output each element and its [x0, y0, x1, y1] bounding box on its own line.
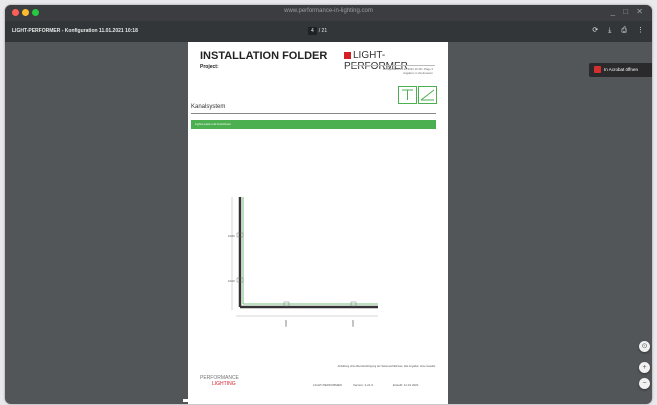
page-counter: 4/ 21 [308, 27, 327, 36]
dimension-label: 2000 [284, 320, 288, 327]
brand-mark-icon [344, 51, 351, 59]
open-in-acrobat-button[interactable]: In Acrobat öffnen [589, 63, 652, 77]
page-meta: Konfiguration 11.01.2021 10:18 • Page 4A… [348, 67, 433, 75]
dimension-label: 1000 [228, 279, 235, 283]
next-page-edge [183, 399, 443, 402]
more-icon[interactable]: ⋮ [637, 27, 644, 34]
pdf-page: INSTALLATION FOLDER Project: LIGHT-PERFO… [188, 42, 448, 404]
document-title: LIGHT-PERFORMER - Konfiguration 11.01.20… [12, 28, 138, 34]
zoom-in-icon[interactable]: + [639, 362, 650, 373]
page-title: INSTALLATION FOLDER [200, 50, 328, 62]
rotate-icon[interactable]: ⟳ [592, 27, 598, 34]
pdf-toolbar: LIGHT-PERFORMER - Konfiguration 11.01.20… [5, 21, 652, 42]
fit-to-page-icon[interactable]: ⊙ [639, 341, 650, 352]
acrobat-label: In Acrobat öffnen [604, 67, 638, 72]
dimension-label: 2000 [351, 320, 355, 327]
wall-mount-icon [418, 86, 437, 104]
footer-date: Erstellt: 11.01.2021 [393, 383, 419, 387]
download-icon[interactable]: ⤓ [608, 27, 611, 34]
browser-window: www.performance-in-lighting.com _ □ ✕ LI… [5, 5, 652, 404]
channel-layout-diagram: 1000 1000 2000 2000 [228, 197, 378, 327]
disclaimer-note: Abbildung ohne Berücksichtigung der Seit… [337, 365, 436, 368]
meta-divider [351, 65, 435, 66]
section-banner: Light-Leiste und Anschluss [191, 120, 436, 129]
ceiling-mount-icon [398, 86, 417, 104]
title-bar: www.performance-in-lighting.com _ □ ✕ [5, 5, 652, 21]
footer-version: Version: 2.21.0 [353, 383, 374, 387]
project-label: Project: [200, 64, 219, 70]
toolbar-actions: ⟳ ⤓ ⎙ ⋮ [582, 26, 644, 35]
print-icon[interactable]: ⎙ [621, 27, 627, 34]
footer-company: LIGHT-PERFORMER [313, 383, 342, 387]
page-number-input[interactable]: 4 [308, 27, 317, 35]
section-divider [191, 113, 436, 114]
section-title: Kanalsystem [191, 104, 226, 110]
footer-logo-line-2: LIGHTING [212, 381, 236, 387]
meta-line-2: Angaben in Zentimetern [403, 71, 433, 75]
zoom-out-icon[interactable]: − [639, 378, 650, 389]
url-bar[interactable]: www.performance-in-lighting.com [5, 8, 652, 14]
page-total: / 21 [318, 28, 328, 34]
dimension-label: 1000 [228, 234, 235, 238]
window-controls[interactable]: _ □ ✕ [611, 7, 646, 16]
acrobat-icon [594, 66, 601, 74]
footer-logo: PERFORMANCE LIGHTING [200, 375, 239, 387]
